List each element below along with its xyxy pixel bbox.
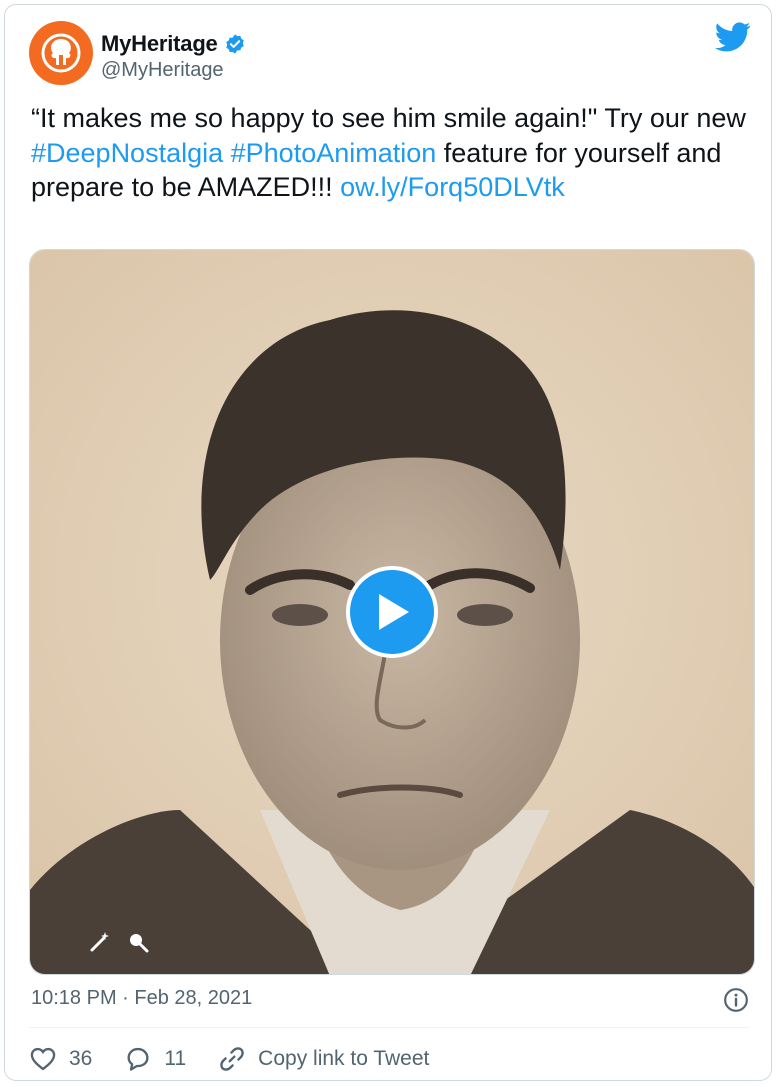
- myheritage-avatar[interactable]: [29, 21, 93, 85]
- magnifier-icon: [130, 934, 149, 953]
- tweet-text-part: “It makes me so happy to see him smile a…: [31, 103, 746, 133]
- like-count: 36: [69, 1047, 93, 1070]
- tweet-actions: 36 11 Copy link to Tweet: [29, 1041, 429, 1077]
- handle[interactable]: @MyHeritage: [101, 59, 246, 82]
- myheritage-logo-icon: [41, 33, 81, 73]
- tweet-text-part: [223, 138, 231, 168]
- like-button[interactable]: 36: [29, 1045, 92, 1073]
- play-button[interactable]: [346, 566, 438, 658]
- play-icon: [379, 594, 409, 630]
- reply-button[interactable]: 11: [124, 1045, 186, 1073]
- info-icon[interactable]: [723, 987, 749, 1013]
- tweet-card: MyHeritage @MyHeritage “It makes me so h…: [4, 4, 772, 1081]
- media-overlay-icons: [88, 930, 150, 954]
- reply-bubble-icon: [127, 1047, 149, 1071]
- link-icon: [220, 1047, 244, 1071]
- heart-icon: [30, 1047, 56, 1071]
- url-link[interactable]: ow.ly/Forq50DLVtk: [340, 172, 565, 202]
- display-name[interactable]: MyHeritage: [101, 31, 218, 57]
- reply-count: 11: [164, 1047, 187, 1070]
- tweet-header: MyHeritage @MyHeritage: [29, 21, 751, 87]
- tweet-timestamp[interactable]: 10:18 PM · Feb 28, 2021: [31, 987, 252, 1010]
- hashtag-deepnostalgia-link[interactable]: #DeepNostalgia: [31, 138, 223, 168]
- video-player[interactable]: [29, 249, 755, 975]
- twitter-bird-icon[interactable]: [715, 21, 751, 53]
- copy-link-button[interactable]: Copy link to Tweet: [218, 1045, 429, 1073]
- hashtag-photoanimation-link[interactable]: #PhotoAnimation: [231, 138, 437, 168]
- tweet-text: “It makes me so happy to see him smile a…: [31, 101, 751, 205]
- copy-link-label: Copy link to Tweet: [258, 1047, 430, 1070]
- divider: [29, 1027, 749, 1028]
- magic-wand-icon: [90, 932, 109, 952]
- verified-badge-icon: [225, 34, 244, 54]
